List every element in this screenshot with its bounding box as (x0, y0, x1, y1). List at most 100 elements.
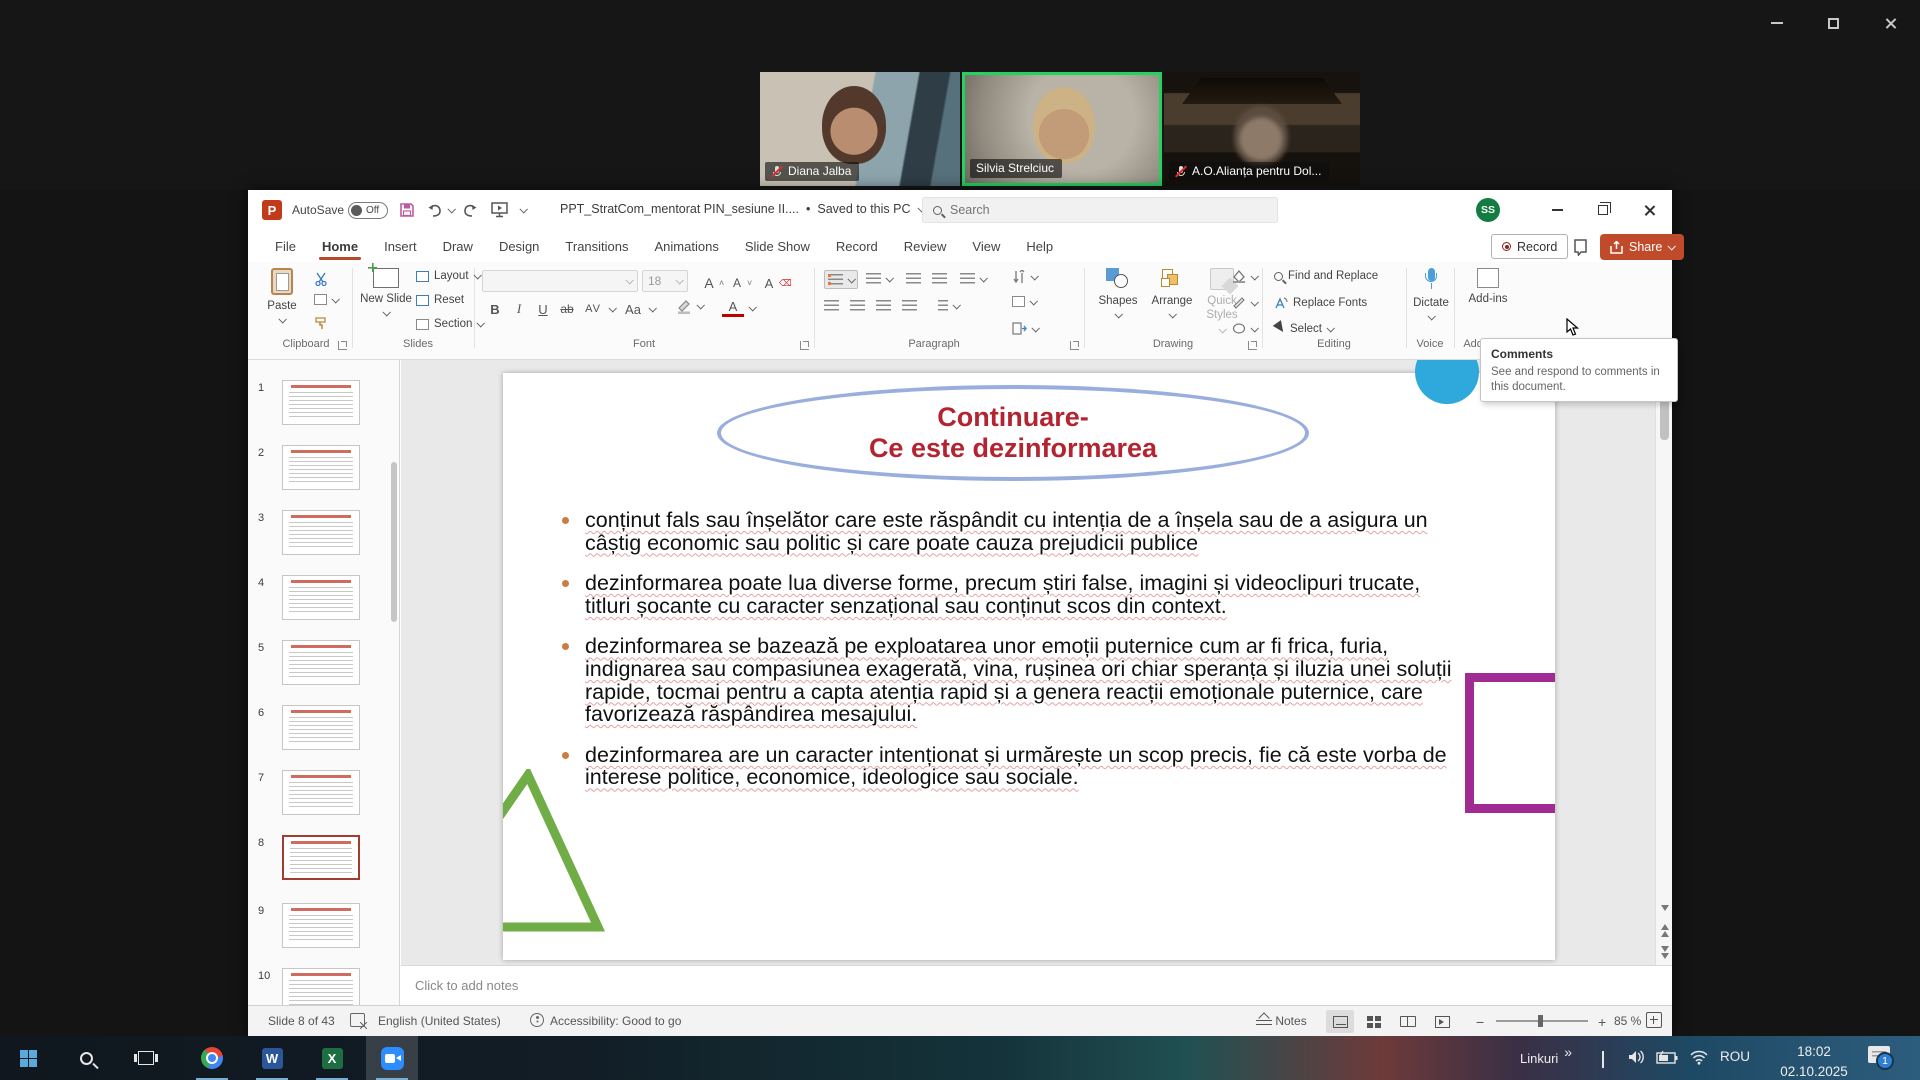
taskbar-excel[interactable]: X (306, 1036, 358, 1080)
notes-pane[interactable]: Click to add notes (401, 965, 1672, 1005)
participant-video-3[interactable]: A.O.Alianța pentru Dol... (1164, 72, 1360, 186)
language-indicator[interactable]: ROU (1720, 1049, 1750, 1080)
add-ins-button[interactable]: Add-ins (1462, 268, 1514, 306)
links-overflow-chevron[interactable]: » (1564, 1044, 1572, 1060)
clear-formatting-button[interactable]: A⌫ (758, 272, 792, 294)
tab-file[interactable]: File (262, 230, 309, 262)
zoom-in-button[interactable]: + (1598, 1014, 1606, 1030)
user-avatar-badge[interactable]: SS (1476, 198, 1500, 222)
zoom-maximize-button[interactable] (1818, 10, 1848, 36)
thumbnail-slide-4[interactable]: 4 (248, 575, 400, 627)
arrange-button[interactable]: Arrange (1146, 268, 1198, 323)
text-highlight-button[interactable] (676, 298, 703, 314)
language-indicator[interactable]: English (United States) (378, 1014, 501, 1028)
thumbnail-slide-6[interactable]: 6 (248, 705, 400, 757)
bullets-button[interactable] (824, 270, 858, 289)
thumbnail-slide-7[interactable]: 7 (248, 770, 400, 822)
minimize-button[interactable] (1534, 190, 1580, 230)
volume-button[interactable] (1628, 1049, 1646, 1080)
columns-button[interactable] (938, 300, 959, 311)
redo-button[interactable] (458, 199, 480, 221)
italic-button[interactable]: I (508, 298, 530, 320)
slide-title-ellipse[interactable]: Continuare- Ce este dezinformarea (717, 385, 1309, 481)
quick-access-overflow-chevron[interactable] (519, 205, 527, 213)
thumbnail-slide-2[interactable]: 2 (248, 445, 400, 497)
tab-record[interactable]: Record (823, 230, 891, 262)
next-slide-button[interactable] (1656, 944, 1673, 960)
slide-scrollbar[interactable] (1655, 360, 1672, 965)
tab-transitions[interactable]: Transitions (552, 230, 641, 262)
start-button[interactable] (2, 1036, 54, 1080)
accessibility-status[interactable]: Accessibility: Good to go (550, 1014, 681, 1028)
section-button[interactable]: Section (416, 318, 483, 330)
layout-button[interactable]: Layout (416, 270, 480, 282)
battery-button[interactable] (1656, 1051, 1678, 1080)
increase-indent-button[interactable] (932, 273, 947, 284)
slide-sorter-view-button[interactable] (1360, 1010, 1388, 1033)
align-left-button[interactable] (824, 300, 839, 311)
zoom-level[interactable]: 85 % (1614, 1014, 1641, 1028)
cut-button[interactable] (314, 272, 328, 286)
font-size-combo[interactable]: 18 (642, 270, 688, 292)
thumbnail-slide-1[interactable]: 1 (248, 380, 400, 432)
decrease-indent-button[interactable] (906, 273, 921, 284)
drawing-dialog-launcher[interactable] (1248, 341, 1257, 350)
links-toolbar[interactable]: Linkuri » (1520, 1036, 1572, 1080)
new-slide-button[interactable]: New Slide (360, 268, 412, 321)
restore-button[interactable] (1580, 190, 1626, 230)
tab-slide-show[interactable]: Slide Show (732, 230, 823, 262)
shrink-font-button[interactable]: A˅ (726, 272, 752, 294)
network-button[interactable] (1690, 1050, 1708, 1080)
tab-design[interactable]: Design (486, 230, 552, 262)
zoom-minimize-button[interactable] (1762, 10, 1792, 36)
select-button[interactable]: Select (1274, 322, 1333, 336)
taskbar-zoom-active[interactable] (366, 1036, 418, 1080)
paragraph-dialog-launcher[interactable] (1070, 341, 1079, 350)
taskbar-search-button[interactable] (60, 1036, 112, 1080)
close-button[interactable] (1626, 190, 1672, 230)
copy-button[interactable] (314, 294, 338, 305)
tab-insert[interactable]: Insert (371, 230, 430, 262)
font-name-combo[interactable] (482, 270, 638, 292)
tab-home[interactable]: Home (309, 230, 371, 262)
taskbar-word[interactable]: W (246, 1036, 298, 1080)
replace-fonts-button[interactable]: Replace Fonts (1274, 296, 1367, 310)
task-view-button[interactable] (120, 1036, 172, 1080)
participant-video-2-active-speaker[interactable]: Silvia Strelciuc (962, 72, 1162, 186)
undo-button[interactable] (424, 199, 446, 221)
normal-view-button[interactable] (1326, 1010, 1354, 1033)
clock[interactable]: 18:02 02.10.2025 (1768, 1042, 1860, 1080)
save-button[interactable] (396, 199, 418, 221)
justify-button[interactable] (902, 300, 917, 311)
line-spacing-button[interactable] (960, 273, 986, 284)
shape-fill-button[interactable] (1232, 270, 1257, 283)
thumbnail-slide-8-selected[interactable]: 8 (248, 835, 400, 887)
format-painter-button[interactable] (314, 316, 328, 330)
clipboard-dialog-launcher[interactable] (338, 341, 347, 350)
slide-editor[interactable]: Continuare- Ce este dezinformarea conțin… (503, 373, 1555, 960)
start-slideshow-button[interactable] (488, 199, 510, 221)
previous-slide-button[interactable] (1656, 922, 1673, 938)
strikethrough-button[interactable]: ab (556, 298, 578, 320)
font-color-button[interactable]: A (722, 298, 755, 317)
align-text-button[interactable] (1012, 296, 1036, 307)
record-button[interactable]: Record (1491, 234, 1568, 259)
hidden-icons-button[interactable] (1602, 1053, 1604, 1080)
smartart-button[interactable] (1012, 322, 1038, 335)
tab-draw[interactable]: Draw (430, 230, 486, 262)
tab-animations[interactable]: Animations (642, 230, 732, 262)
undo-dropdown-chevron[interactable] (447, 205, 455, 213)
zoom-out-button[interactable]: − (1476, 1014, 1484, 1030)
thumbnail-slide-9[interactable]: 9 (248, 903, 400, 955)
thumbnail-slide-10[interactable]: 10 (248, 968, 400, 1005)
text-direction-button[interactable] (1012, 270, 1037, 284)
shape-outline-button[interactable] (1232, 296, 1257, 309)
scroll-down-arrow[interactable] (1656, 900, 1673, 916)
align-center-button[interactable] (850, 300, 865, 311)
thumbnail-scrollbar[interactable] (391, 462, 397, 622)
paste-button[interactable]: Paste (256, 268, 308, 328)
reset-button[interactable]: Reset (416, 294, 464, 306)
saved-status[interactable]: Saved to this PC (817, 202, 910, 216)
fit-slide-to-window-button[interactable] (1646, 1012, 1662, 1028)
zoom-close-button[interactable] (1876, 10, 1906, 36)
